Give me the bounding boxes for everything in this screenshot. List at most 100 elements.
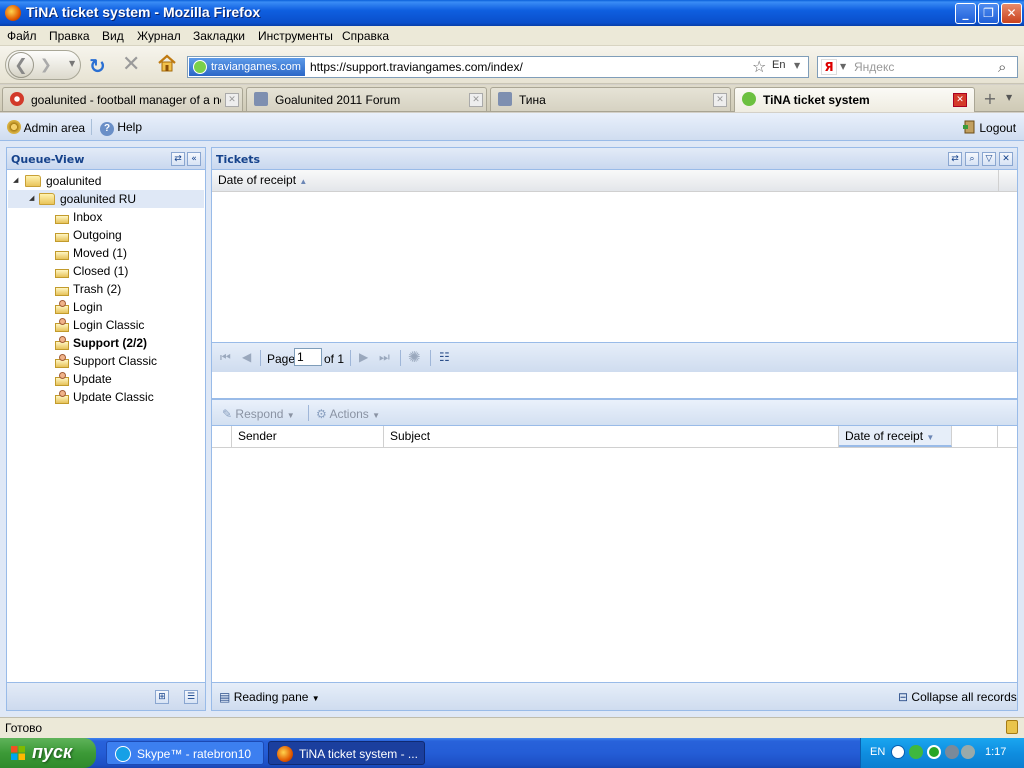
taskbar-item-skype[interactable]: Skype™ - ratebron10	[106, 741, 264, 765]
window-title: TiNA ticket system - Mozilla Firefox	[26, 4, 261, 20]
expand-triangle-icon[interactable]: ◢	[13, 172, 18, 190]
filter-button[interactable]: ▽	[982, 152, 996, 166]
navigation-toolbar: ❮ ❯ ▼ ↻ ✕ traviangames.com https://suppo…	[0, 46, 1024, 84]
collapse-panel-button[interactable]: «	[187, 152, 201, 166]
collapse-all-button[interactable]: ⊟ Collapse all records	[898, 690, 1017, 704]
close-tickets-button[interactable]: ✕	[999, 152, 1013, 166]
help-label: Help	[117, 120, 143, 134]
menu-bookmarks[interactable]: Закладки	[193, 29, 245, 43]
tab-close-icon[interactable]: ✕	[225, 93, 239, 107]
queue-view-header: Queue-View ⇄ «	[7, 148, 205, 170]
tab-goalunited[interactable]: goalunited - football manager of a ne...…	[2, 87, 243, 111]
user-queue-icon	[55, 336, 69, 350]
refresh-tickets-button[interactable]: ⇄	[948, 152, 962, 166]
sort-asc-icon: ▲	[299, 177, 308, 186]
skype-status-icon[interactable]	[909, 745, 923, 759]
language-badge[interactable]: En	[772, 59, 785, 71]
tab-close-icon[interactable]: ✕	[713, 93, 727, 107]
pager-separator	[350, 350, 351, 366]
start-button[interactable]: пуск	[0, 738, 96, 768]
page-number-input[interactable]: 1	[294, 348, 322, 366]
reload-button[interactable]: ↻	[89, 54, 106, 78]
collapse-all-label: Collapse all records	[911, 690, 1017, 704]
url-bar[interactable]: traviangames.com https://support.travian…	[187, 56, 809, 78]
queue-view-footer: ⊞ ☰	[7, 682, 205, 710]
tickets-header: Tickets ⇄ ⌕ ▽ ✕	[212, 148, 1017, 170]
tab-label: Тина	[519, 93, 546, 107]
bookmark-star-icon[interactable]: ☆	[752, 57, 766, 76]
reading-pane-button[interactable]: ▤ Reading pane ▼	[219, 690, 320, 704]
extra-column	[952, 426, 998, 447]
actions-button[interactable]: ⚙ Actions ▼	[316, 407, 380, 421]
menu-history[interactable]: Журнал	[137, 29, 181, 43]
url-text[interactable]: https://support.traviangames.com/index/	[310, 60, 523, 74]
column-sender[interactable]: Sender	[232, 426, 384, 447]
tab-tina[interactable]: Тина ✕	[490, 87, 731, 111]
admin-area-link[interactable]: Admin area	[7, 120, 85, 135]
last-page-icon[interactable]: ⏭	[379, 350, 390, 365]
menu-view[interactable]: Вид	[102, 29, 124, 43]
first-page-icon[interactable]: ⏮	[220, 350, 231, 365]
yandex-engine-icon[interactable]: Я	[821, 59, 837, 75]
column-date-of-receipt[interactable]: Date of receipt ▲	[212, 170, 999, 191]
status-bar: Готово	[0, 717, 1024, 738]
search-tickets-button[interactable]: ⌕	[965, 152, 979, 166]
volume-icon[interactable]	[961, 745, 975, 759]
expand-triangle-icon[interactable]: ◢	[29, 190, 34, 208]
help-icon: ?	[100, 122, 114, 136]
back-arrow-tray-icon[interactable]	[891, 745, 905, 759]
minimize-button[interactable]: _	[955, 3, 976, 24]
language-indicator[interactable]: EN	[870, 746, 885, 758]
column-date-of-receipt[interactable]: Date of receipt ▼	[839, 426, 952, 447]
loading-spinner-icon[interactable]: ✺	[408, 348, 421, 366]
queue-item-label: Login	[73, 300, 103, 314]
tab-forum[interactable]: Goalunited 2011 Forum ✕	[246, 87, 487, 111]
antivirus-icon[interactable]	[945, 745, 959, 759]
menu-file[interactable]: Файл	[7, 29, 37, 43]
pager-separator	[430, 350, 431, 366]
menu-edit[interactable]: Правка	[49, 29, 90, 43]
help-link[interactable]: ? Help	[100, 120, 142, 136]
tab-strip: goalunited - football manager of a ne...…	[0, 85, 1024, 112]
firefox-icon	[277, 746, 293, 762]
expand-all-button[interactable]: ⊞	[155, 690, 169, 704]
tab-tina-ticket-system[interactable]: TiNA ticket system ✕	[734, 87, 975, 112]
queue-item-label: Outgoing	[73, 228, 122, 242]
lock-icon[interactable]	[1006, 720, 1018, 734]
search-engine-dropdown-icon[interactable]: ▼	[840, 62, 846, 71]
list-view-button[interactable]: ☰	[184, 690, 198, 704]
columns-config-icon[interactable]: ☷	[439, 350, 450, 364]
taskbar-item-firefox[interactable]: TiNA ticket system - ...	[268, 741, 425, 765]
next-page-icon[interactable]: ▶	[359, 350, 368, 364]
search-icon[interactable]: ⌕	[998, 58, 1006, 76]
tab-close-icon[interactable]: ✕	[469, 93, 483, 107]
column-subject[interactable]: Subject	[384, 426, 839, 447]
network-status-icon[interactable]	[927, 745, 941, 759]
site-identity-badge[interactable]: traviangames.com	[189, 58, 305, 76]
search-bar[interactable]: Я ▼ Яндекс ⌕	[817, 56, 1018, 78]
menu-tools[interactable]: Инструменты	[258, 29, 333, 43]
home-button[interactable]	[157, 54, 177, 72]
back-button[interactable]: ❮	[8, 52, 34, 78]
queue-item-label: Login Classic	[73, 318, 145, 332]
tab-close-icon[interactable]: ✕	[953, 93, 967, 107]
close-button[interactable]: ✕	[1001, 3, 1022, 24]
user-queue-icon	[55, 372, 69, 386]
gear-icon	[7, 120, 21, 134]
site-domain-label: traviangames.com	[211, 61, 301, 73]
user-queue-icon	[55, 390, 69, 404]
maximize-button[interactable]: ❐	[978, 3, 999, 24]
stop-button[interactable]: ✕	[122, 52, 140, 77]
tab-list-dropdown-icon[interactable]: ▼	[1006, 93, 1012, 102]
url-dropdown-icon[interactable]: ▼	[794, 61, 800, 70]
search-input[interactable]: Яндекс	[854, 60, 894, 74]
history-dropdown-icon[interactable]: ▼	[69, 59, 75, 68]
respond-button[interactable]: ✎ Respond ▼	[222, 407, 295, 421]
prev-page-icon[interactable]: ◀	[242, 350, 251, 364]
forward-button[interactable]: ❯	[40, 57, 52, 73]
user-queue-icon	[55, 354, 69, 368]
menu-help[interactable]: Справка	[342, 29, 389, 43]
refresh-queue-button[interactable]: ⇄	[171, 152, 185, 166]
new-tab-button[interactable]: +	[978, 89, 1002, 109]
logout-link[interactable]: Logout	[962, 120, 1016, 135]
